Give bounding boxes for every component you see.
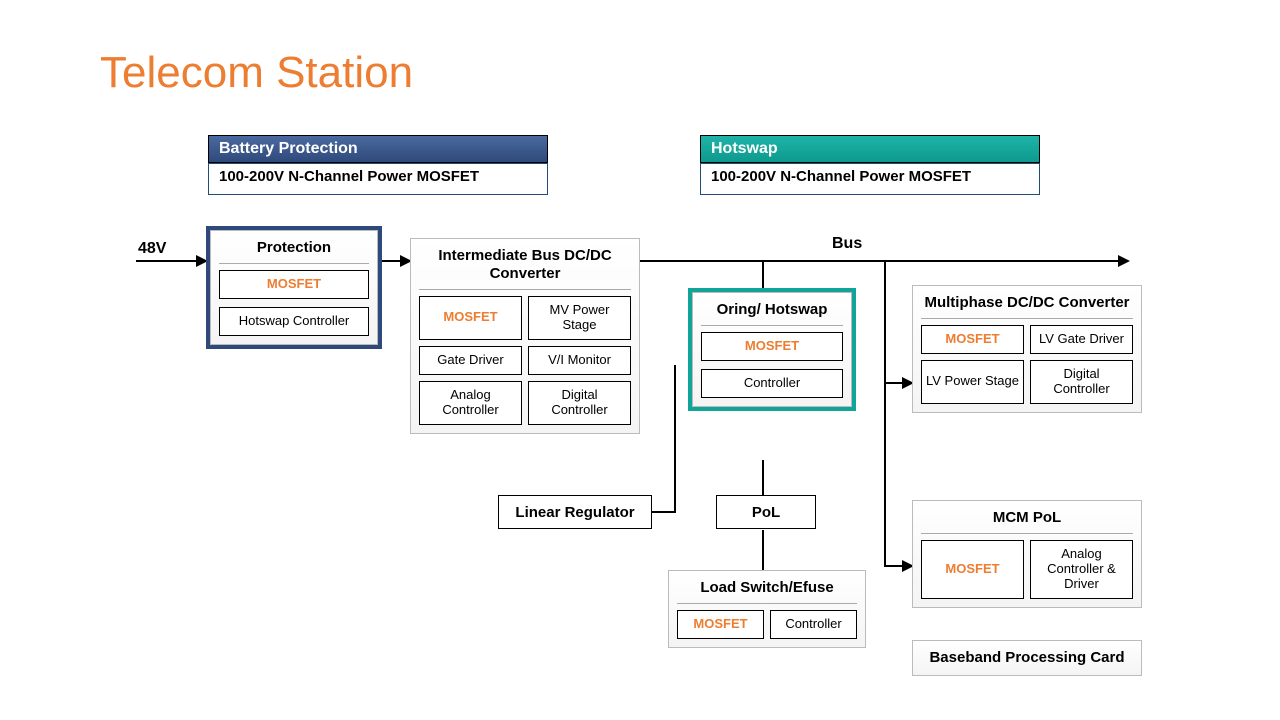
cell: Digital Controller xyxy=(528,381,631,425)
cell: LV Gate Driver xyxy=(1030,325,1133,354)
block-title: Load Switch/Efuse xyxy=(677,579,857,604)
connector-line xyxy=(762,530,764,570)
cell: Hotswap Controller xyxy=(219,307,369,336)
cell: V/I Monitor xyxy=(528,346,631,375)
block-oring-hotswap: Oring/ Hotswap MOSFET Controller xyxy=(692,292,852,407)
connector-line xyxy=(762,260,764,292)
page-title: Telecom Station xyxy=(100,48,413,98)
cell: Analog Controller xyxy=(419,381,522,425)
block-title: Protection xyxy=(219,239,369,264)
cell-mosfet: MOSFET xyxy=(921,325,1024,354)
connector-line xyxy=(762,460,764,496)
connector-line xyxy=(884,260,886,567)
block-title: Baseband Processing Card xyxy=(921,649,1133,667)
cell: Analog Controller & Driver xyxy=(1030,540,1133,599)
cell: Controller xyxy=(701,369,843,398)
header-battery-protection: Battery Protection xyxy=(208,135,548,163)
bus-label: Bus xyxy=(832,235,862,253)
block-multiphase-converter: Multiphase DC/DC Converter MOSFET LV Gat… xyxy=(912,285,1142,413)
arrow-head-icon xyxy=(196,255,208,267)
arrow-line xyxy=(884,382,904,384)
block-title: Oring/ Hotswap xyxy=(701,301,843,326)
cell: Digital Controller xyxy=(1030,360,1133,404)
block-title: Multiphase DC/DC Converter xyxy=(921,294,1133,319)
block-protection: Protection MOSFET Hotswap Controller xyxy=(210,230,378,345)
block-load-switch-efuse: Load Switch/Efuse MOSFET Controller xyxy=(668,570,866,648)
cell-mosfet: MOSFET xyxy=(921,540,1024,599)
arrow-line xyxy=(651,511,675,513)
cell-mosfet: MOSFET xyxy=(677,610,764,639)
voltage-label: 48V xyxy=(138,240,166,258)
block-title: Intermediate Bus DC/DC Converter xyxy=(419,247,631,290)
arrow-line xyxy=(640,260,1120,262)
cell-mosfet: MOSFET xyxy=(701,332,843,361)
arrow-line xyxy=(884,565,904,567)
box-pol: PoL xyxy=(716,495,816,529)
block-title: MCM PoL xyxy=(921,509,1133,534)
header-hotswap: Hotswap xyxy=(700,135,1040,163)
arrow-line xyxy=(136,260,196,262)
block-baseband-processing-card: Baseband Processing Card xyxy=(912,640,1142,676)
arrow-line xyxy=(380,260,402,262)
cell-mosfet: MOSFET xyxy=(219,270,369,299)
header-battery-protection-sub: 100-200V N-Channel Power MOSFET xyxy=(208,163,548,195)
cell-mosfet: MOSFET xyxy=(419,296,522,340)
block-intermediate-bus-converter: Intermediate Bus DC/DC Converter MOSFET … xyxy=(410,238,640,434)
header-hotswap-sub: 100-200V N-Channel Power MOSFET xyxy=(700,163,1040,195)
cell: Controller xyxy=(770,610,857,639)
block-mcm-pol: MCM PoL MOSFET Analog Controller & Drive… xyxy=(912,500,1142,608)
cell: MV Power Stage xyxy=(528,296,631,340)
cell: Gate Driver xyxy=(419,346,522,375)
box-linear-regulator: Linear Regulator xyxy=(498,495,652,529)
cell: LV Power Stage xyxy=(921,360,1024,404)
arrow-head-icon xyxy=(1118,255,1130,267)
connector-line xyxy=(674,365,676,513)
